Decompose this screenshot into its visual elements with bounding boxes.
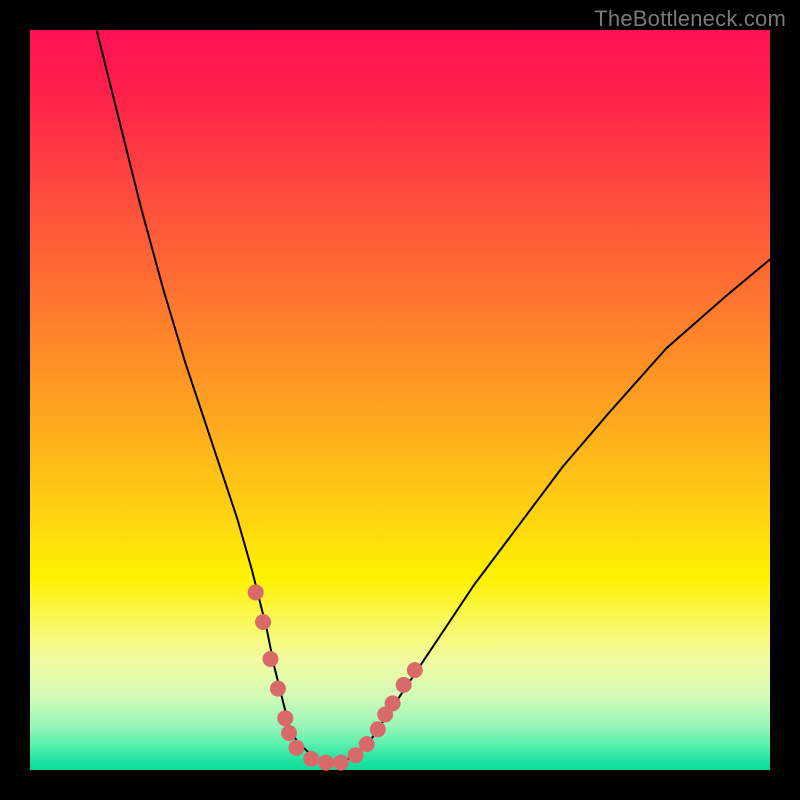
chart-marker xyxy=(385,695,401,711)
chart-marker xyxy=(281,725,297,741)
chart-marker xyxy=(407,662,423,678)
chart-marker xyxy=(359,736,375,752)
chart-markers xyxy=(248,584,423,770)
chart-marker xyxy=(396,677,412,693)
chart-marker xyxy=(318,755,334,771)
chart-marker xyxy=(288,740,304,756)
chart-marker xyxy=(270,681,286,697)
chart-svg xyxy=(30,30,770,770)
chart-marker xyxy=(303,751,319,767)
chart-marker xyxy=(248,584,264,600)
chart-marker xyxy=(263,651,279,667)
chart-plot-area xyxy=(30,30,770,770)
chart-marker xyxy=(370,721,386,737)
watermark-text: TheBottleneck.com xyxy=(594,6,786,32)
chart-marker xyxy=(277,710,293,726)
chart-marker xyxy=(255,614,271,630)
chart-frame: TheBottleneck.com xyxy=(0,0,800,800)
chart-curve xyxy=(97,30,770,763)
chart-marker xyxy=(333,755,349,771)
